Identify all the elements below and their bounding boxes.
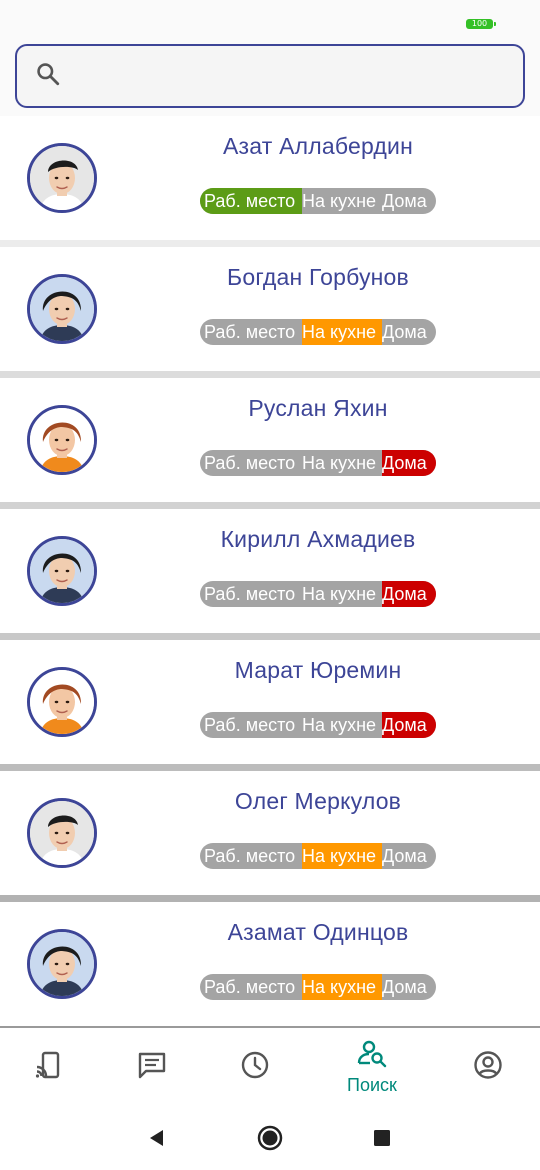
person-name: Богдан Горбунов [227, 264, 409, 290]
row-divider [0, 240, 540, 247]
status-workplace: Раб. место [200, 188, 302, 214]
person-row[interactable]: Марат Юремин Раб. место На кухне Дома [0, 640, 540, 764]
avatar [27, 929, 97, 999]
person-row[interactable]: Олег Меркулов Раб. место На кухне Дома [0, 771, 540, 895]
status-workplace: Раб. место [204, 453, 296, 473]
status-home: Дома [382, 977, 427, 997]
clock-icon [240, 1050, 270, 1085]
status-kitchen: На кухне [302, 191, 377, 211]
status-home: Дома [382, 191, 427, 211]
status-home: Дома [382, 450, 436, 476]
person-row[interactable]: Кирилл Ахмадиев Раб. место На кухне Дома [0, 509, 540, 633]
person-row[interactable]: Азамат Одинцов Раб. место На кухне Дома [0, 902, 540, 1026]
system-navigation-bar [0, 1106, 540, 1170]
avatar [27, 274, 97, 344]
person-name: Азамат Одинцов [227, 919, 409, 945]
status-indicator: Раб. место На кухне Дома [200, 712, 436, 738]
nav-label: Поиск [347, 1075, 397, 1095]
status-kitchen: На кухне [302, 584, 377, 604]
status-home: Дома [382, 581, 436, 607]
search-area [0, 40, 540, 116]
battery-icon: 100 [466, 19, 496, 29]
status-workplace: Раб. место [204, 977, 296, 997]
status-kitchen: На кухне [302, 715, 377, 735]
person-row[interactable]: Азат Аллабердин Раб. место На кухне Дома [0, 116, 540, 240]
people-list[interactable]: Азат Аллабердин Раб. место На кухне Дома Бог… [0, 116, 540, 1026]
avatar [27, 536, 97, 606]
person-name: Марат Юремин [234, 657, 402, 683]
home-icon[interactable] [256, 1124, 284, 1152]
person-row[interactable]: Богдан Горбунов Раб. место На кухне Дома [0, 247, 540, 371]
person-name: Кирилл Ахмадиев [220, 526, 416, 552]
status-home: Дома [382, 322, 427, 342]
nav-item-chat[interactable] [112, 1028, 192, 1106]
status-indicator: Раб. место На кухне Дома [200, 843, 436, 869]
status-indicator: Раб. место На кухне Дома [200, 319, 436, 345]
row-divider [0, 764, 540, 771]
status-kitchen: На кухне [302, 843, 382, 869]
status-workplace: Раб. место [204, 584, 296, 604]
person-name: Олег Меркулов [234, 788, 402, 814]
back-icon[interactable] [142, 1124, 170, 1152]
status-workplace: Раб. место [204, 846, 296, 866]
nav-item-person-search[interactable]: Поиск [332, 1028, 412, 1106]
cast-icon [33, 1050, 63, 1085]
person-search-icon [357, 1038, 387, 1073]
status-workplace: Раб. место [204, 322, 296, 342]
search-box[interactable] [15, 44, 525, 108]
recents-icon[interactable] [368, 1124, 396, 1152]
avatar [27, 143, 97, 213]
status-kitchen: На кухне [302, 974, 382, 1000]
person-name: Азат Аллабердин [222, 133, 413, 159]
status-indicator: Раб. место На кухне Дома [200, 581, 436, 607]
status-kitchen: На кухне [302, 319, 382, 345]
status-kitchen: На кухне [302, 453, 377, 473]
account-circle-icon [473, 1050, 503, 1085]
status-home: Дома [382, 846, 427, 866]
status-home: Дома [382, 712, 436, 738]
bottom-navigation: Поиск [0, 1026, 540, 1106]
row-divider [0, 371, 540, 378]
status-indicator: Раб. место На кухне Дома [200, 974, 436, 1000]
search-input[interactable] [73, 64, 503, 88]
nav-item-cast[interactable] [8, 1028, 88, 1106]
row-divider [0, 502, 540, 509]
nav-item-account-circle[interactable] [448, 1028, 528, 1106]
avatar [27, 405, 97, 475]
status-bar: 100 [0, 0, 540, 40]
avatar [27, 798, 97, 868]
search-icon [35, 61, 61, 92]
person-name: Руслан Яхин [248, 395, 388, 421]
status-workplace: Раб. место [204, 715, 296, 735]
chat-icon [137, 1050, 167, 1085]
avatar [27, 667, 97, 737]
status-indicator: Раб. место На кухне Дома [200, 188, 436, 214]
row-divider [0, 895, 540, 902]
status-indicator: Раб. место На кухне Дома [200, 450, 436, 476]
nav-item-clock[interactable] [215, 1028, 295, 1106]
row-divider [0, 633, 540, 640]
person-row[interactable]: Руслан Яхин Раб. место На кухне Дома [0, 378, 540, 502]
